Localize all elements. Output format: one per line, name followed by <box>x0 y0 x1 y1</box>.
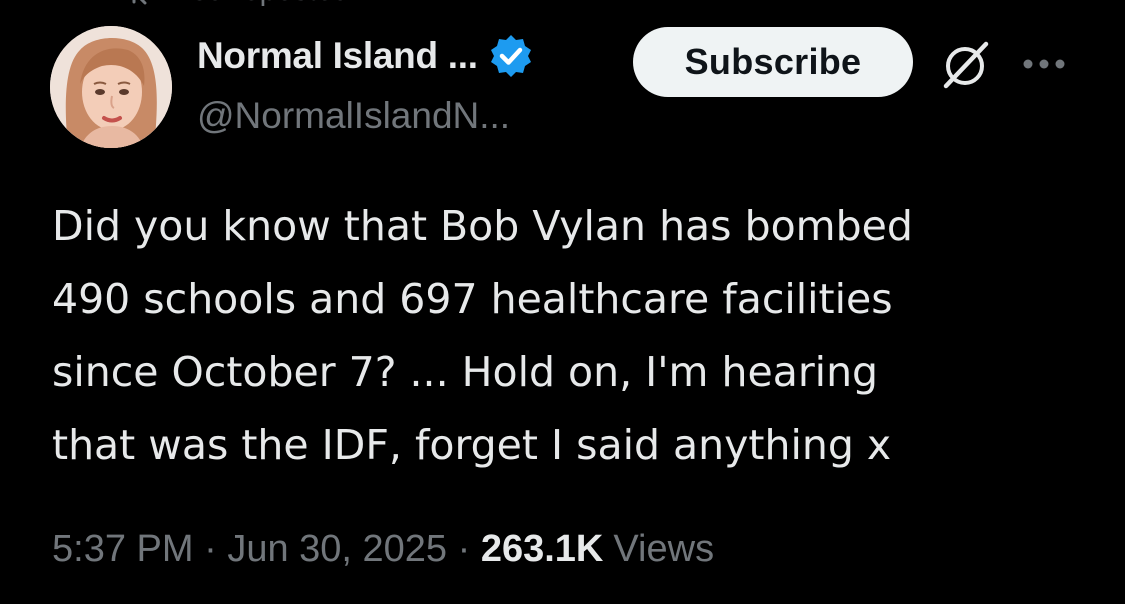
author-handle[interactable]: @NormalIslandN... <box>197 95 510 137</box>
tweet-text-line: since October 7? ... Hold on, I'm hearin… <box>52 348 879 396</box>
meta-separator: · <box>457 528 471 570</box>
author-name-row[interactable]: Normal Island ... <box>197 33 534 79</box>
author-display-name[interactable]: Normal Island ... <box>197 35 478 77</box>
tweet-text-line: Did you know that Bob Vylan has bombed <box>52 202 913 250</box>
tweet-text: Did you know that Bob Vylan has bombed 4… <box>52 190 1092 482</box>
avatar[interactable] <box>50 26 172 148</box>
tweet-text-line: that was the IDF, forget I said anything… <box>52 421 892 469</box>
repost-icon <box>128 0 162 6</box>
repost-banner-label: You reposted <box>174 0 350 8</box>
tweet-date[interactable]: Jun 30, 2025 <box>227 528 447 571</box>
views-label: Views <box>613 528 715 570</box>
subscribe-button[interactable]: Subscribe <box>633 27 913 97</box>
views-count: 263.1K <box>480 528 604 570</box>
grok-icon[interactable] <box>938 36 994 92</box>
more-options-icon[interactable] <box>1020 52 1068 76</box>
repost-banner: You reposted <box>128 0 350 8</box>
verified-badge-icon[interactable] <box>488 33 534 79</box>
meta-separator: · <box>204 528 217 570</box>
tweet-text-line: 490 schools and 697 healthcare facilitie… <box>52 275 893 323</box>
tweet-meta: 5:37 PM · Jun 30, 2025 · 263.1K Views <box>52 528 714 571</box>
tweet-time[interactable]: 5:37 PM <box>52 528 194 571</box>
